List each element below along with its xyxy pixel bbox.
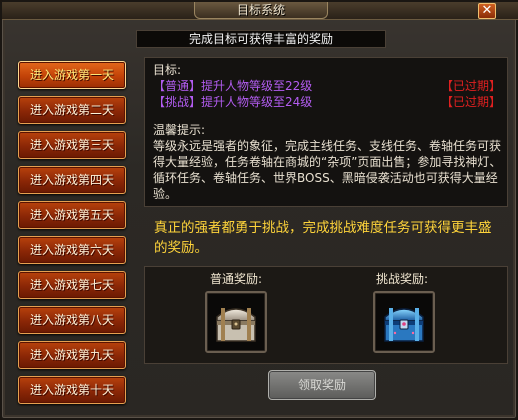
tab-day-1[interactable]: 进入游戏第一天 xyxy=(18,61,126,89)
tab-day-10[interactable]: 进入游戏第十天 xyxy=(18,376,126,404)
claim-reward-button[interactable]: 领取奖励 xyxy=(268,370,376,400)
close-button[interactable]: ✕ xyxy=(478,3,496,19)
tab-day-2[interactable]: 进入游戏第二天 xyxy=(18,96,126,124)
goal-challenge-status: 【已过期】 xyxy=(440,95,501,109)
close-icon: ✕ xyxy=(481,3,493,18)
goal-info-panel: 目标: 【普通】提升人物等级至22级 【已过期】 【挑战】提升人物等级至24级 … xyxy=(144,57,508,207)
reward-panel: 普通奖励: 挑战奖励: xyxy=(144,266,508,364)
tab-day-6[interactable]: 进入游戏第六天 xyxy=(18,236,126,264)
tab-day-5[interactable]: 进入游戏第五天 xyxy=(18,201,126,229)
goal-label: 目标: xyxy=(153,63,182,77)
normal-reward-slot[interactable] xyxy=(205,291,267,353)
challenge-reward-label: 挑战奖励: xyxy=(375,272,429,286)
tab-day-3[interactable]: 进入游戏第三天 xyxy=(18,131,126,159)
silver-chest-icon xyxy=(216,308,256,342)
header-banner: 完成目标可获得丰富的奖励 xyxy=(136,30,386,48)
tab-day-4[interactable]: 进入游戏第四天 xyxy=(18,166,126,194)
goal-challenge: 【挑战】提升人物等级至24级 xyxy=(153,95,313,109)
tab-day-9[interactable]: 进入游戏第九天 xyxy=(18,341,126,369)
tab-day-7[interactable]: 进入游戏第七天 xyxy=(18,271,126,299)
blue-chest-icon xyxy=(384,308,424,342)
goal-system-window: 目标系统 ✕ 完成目标可获得丰富的奖励 进入游戏第一天 进入游戏第二天 进入游戏… xyxy=(0,0,518,420)
normal-reward-label: 普通奖励: xyxy=(209,272,263,286)
goal-normal: 【普通】提升人物等级至22级 xyxy=(153,79,313,93)
goal-normal-status: 【已过期】 xyxy=(440,79,501,93)
window-title: 目标系统 xyxy=(194,2,328,19)
tips-body: 等级永远是强者的象征，完成主线任务、支线任务、卷轴任务可获得大量经验，任务卷轴在… xyxy=(153,139,502,201)
challenge-slogan: 真正的强者都勇于挑战，完成挑战难度任务可获得更丰盛的奖励。 xyxy=(154,220,492,256)
tab-day-8[interactable]: 进入游戏第八天 xyxy=(18,306,126,334)
tips-label: 温馨提示: xyxy=(153,123,206,137)
challenge-reward-slot[interactable] xyxy=(373,291,435,353)
